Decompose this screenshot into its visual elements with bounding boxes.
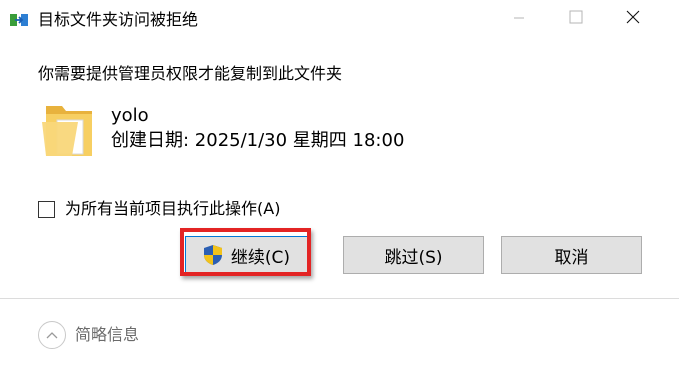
item-name: yolo [111, 105, 149, 126]
continue-label: 继续(C) [230, 247, 291, 268]
title-bar: 目标文件夹访问被拒绝 [0, 0, 679, 40]
skip-button[interactable]: 跳过(S) [343, 236, 484, 274]
access-denied-dialog: 目标文件夹访问被拒绝 你需要提供管理员权限才能复制到此文件夹 yolo 创建日期… [0, 0, 679, 365]
maximize-button[interactable] [553, 0, 599, 36]
checkbox-label: 为所有当前项目执行此操作(A) [65, 199, 281, 218]
details-toggle-label: 简略信息 [75, 325, 140, 344]
admin-permission-message: 你需要提供管理员权限才能复制到此文件夹 [38, 64, 343, 83]
footer-divider [0, 298, 679, 299]
cancel-label: 取消 [554, 247, 589, 268]
uac-shield-icon [203, 244, 223, 266]
continue-button[interactable]: 继续(C) [185, 236, 308, 274]
close-button[interactable] [610, 0, 656, 36]
window-title: 目标文件夹访问被拒绝 [38, 10, 199, 29]
cancel-button[interactable]: 取消 [501, 236, 642, 274]
fewer-details-toggle[interactable]: 简略信息 [38, 320, 139, 350]
minimize-icon [513, 9, 525, 28]
skip-label: 跳过(S) [384, 247, 443, 268]
close-icon [626, 9, 640, 28]
maximize-icon [569, 9, 583, 28]
chevron-up-icon [38, 321, 66, 349]
apply-to-all-checkbox[interactable]: 为所有当前项目执行此操作(A) [38, 198, 280, 220]
checkbox-box[interactable] [38, 200, 55, 218]
folder-icon [40, 100, 98, 160]
minimize-button[interactable] [496, 0, 542, 36]
item-created-date: 创建日期: 2025/1/30 星期四 18:00 [111, 130, 405, 151]
copy-arrow-icon [10, 12, 28, 28]
